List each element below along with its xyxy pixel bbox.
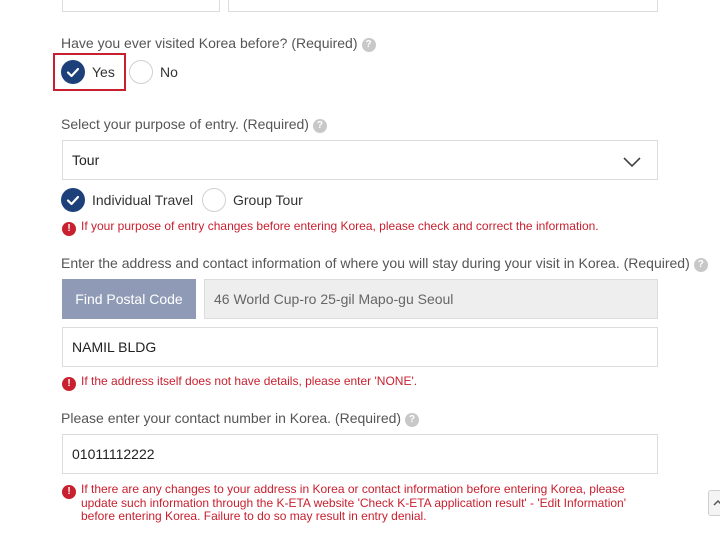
purpose-select[interactable]: Tour xyxy=(62,140,658,180)
visited-no-label[interactable]: No xyxy=(160,64,178,80)
address-label-text: Enter the address and contact informatio… xyxy=(61,255,690,271)
chevron-down-icon xyxy=(623,157,641,168)
scroll-top-button[interactable] xyxy=(708,490,720,516)
contact-error-text: If there are any changes to your address… xyxy=(81,482,626,523)
address-error-text: If the address itself does not have deta… xyxy=(81,374,418,388)
individual-travel-label[interactable]: Individual Travel xyxy=(92,192,193,208)
prev-input-left[interactable] xyxy=(62,0,220,12)
checkmark-icon xyxy=(66,195,80,206)
visited-yes-label[interactable]: Yes xyxy=(92,64,115,80)
error-icon: ! xyxy=(62,222,76,236)
address-field[interactable]: 46 World Cup-ro 25-gil Mapo-gu Seoul xyxy=(204,279,658,319)
visited-korea-label-text: Have you ever visited Korea before? (Req… xyxy=(61,35,358,51)
help-icon[interactable]: ? xyxy=(312,119,327,133)
visited-yes-radio[interactable] xyxy=(61,60,85,84)
visited-korea-label: Have you ever visited Korea before? (Req… xyxy=(61,35,376,52)
purpose-select-value: Tour xyxy=(72,152,100,168)
address-field-value: 46 World Cup-ro 25-gil Mapo-gu Seoul xyxy=(214,291,454,307)
contact-label: Please enter your contact number in Kore… xyxy=(61,410,420,427)
address-label: Enter the address and contact informatio… xyxy=(61,255,708,272)
individual-travel-radio[interactable] xyxy=(61,188,85,212)
group-tour-label[interactable]: Group Tour xyxy=(233,192,303,208)
checkmark-icon xyxy=(66,67,80,78)
purpose-label: Select your purpose of entry. (Required)… xyxy=(61,116,327,133)
help-icon[interactable]: ? xyxy=(405,413,420,427)
find-postal-code-button[interactable]: Find Postal Code xyxy=(62,279,196,319)
address-detail-value: NAMIL BLDG xyxy=(72,339,157,355)
error-icon: ! xyxy=(62,485,76,499)
prev-input-right[interactable] xyxy=(228,0,658,12)
contact-number-field[interactable]: 01011112222 xyxy=(62,434,658,474)
address-detail-field[interactable]: NAMIL BLDG xyxy=(62,327,658,367)
error-icon: ! xyxy=(62,377,76,391)
contact-label-text: Please enter your contact number in Kore… xyxy=(61,410,402,426)
help-icon[interactable]: ? xyxy=(693,258,708,272)
group-tour-radio[interactable] xyxy=(202,188,226,212)
contact-number-value: 01011112222 xyxy=(72,446,155,462)
visited-no-radio[interactable] xyxy=(129,60,153,84)
help-icon[interactable]: ? xyxy=(361,38,376,52)
purpose-label-text: Select your purpose of entry. (Required) xyxy=(61,116,309,132)
purpose-error-text: If your purpose of entry changes before … xyxy=(81,219,599,233)
chevron-up-icon xyxy=(713,499,720,506)
